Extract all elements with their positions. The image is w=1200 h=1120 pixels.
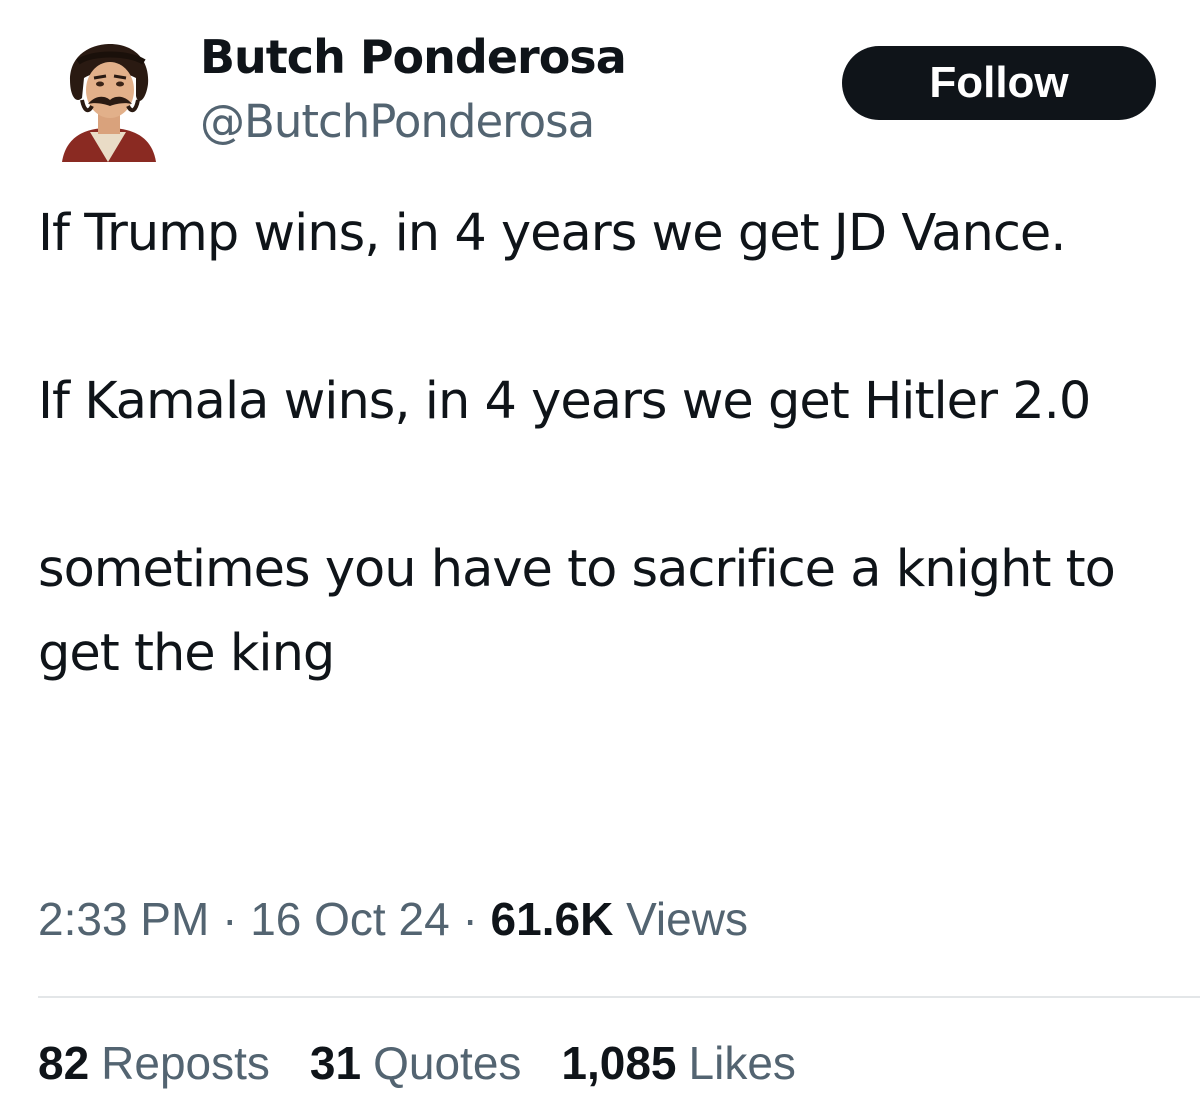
divider (38, 996, 1200, 998)
tweet-date[interactable]: 16 Oct 24 (250, 893, 449, 945)
tweet-time[interactable]: 2:33 PM (38, 893, 209, 945)
tweet-paragraph: sometimes you have to sacrifice a knight… (38, 540, 1116, 683)
reposts-stat[interactable]: 82 Reposts (38, 1036, 270, 1090)
quotes-label: Quotes (373, 1037, 522, 1089)
reposts-label: Reposts (101, 1037, 270, 1089)
views-count: 61.6K (490, 893, 614, 945)
tweet-text: If Trump wins, in 4 years we get JD Vanc… (38, 192, 1188, 696)
meta-separator: · (462, 893, 478, 945)
views-label: Views (626, 893, 748, 945)
author-display-name[interactable]: Butch Ponderosa (200, 30, 627, 84)
meta-separator: · (222, 893, 238, 945)
avatar[interactable] (52, 40, 164, 162)
author-handle[interactable]: @ButchPonderosa (200, 95, 595, 148)
tweet-paragraph: If Kamala wins, in 4 years we get Hitler… (38, 372, 1091, 431)
likes-count: 1,085 (561, 1037, 677, 1089)
reposts-count: 82 (38, 1037, 90, 1089)
engagement-stats: 82 Reposts 31 Quotes 1,085 Likes (38, 1036, 796, 1090)
likes-label: Likes (688, 1037, 796, 1089)
quotes-stat[interactable]: 31 Quotes (310, 1036, 521, 1090)
quotes-count: 31 (309, 1037, 362, 1089)
tweet-meta: 2:33 PM · 16 Oct 24 · 61.6K Views (38, 892, 748, 946)
likes-stat[interactable]: 1,085 Likes (561, 1036, 796, 1090)
follow-button[interactable]: Follow (842, 46, 1156, 120)
portrait-avatar-image (62, 44, 156, 162)
tweet-paragraph: If Trump wins, in 4 years we get JD Vanc… (38, 204, 1066, 263)
